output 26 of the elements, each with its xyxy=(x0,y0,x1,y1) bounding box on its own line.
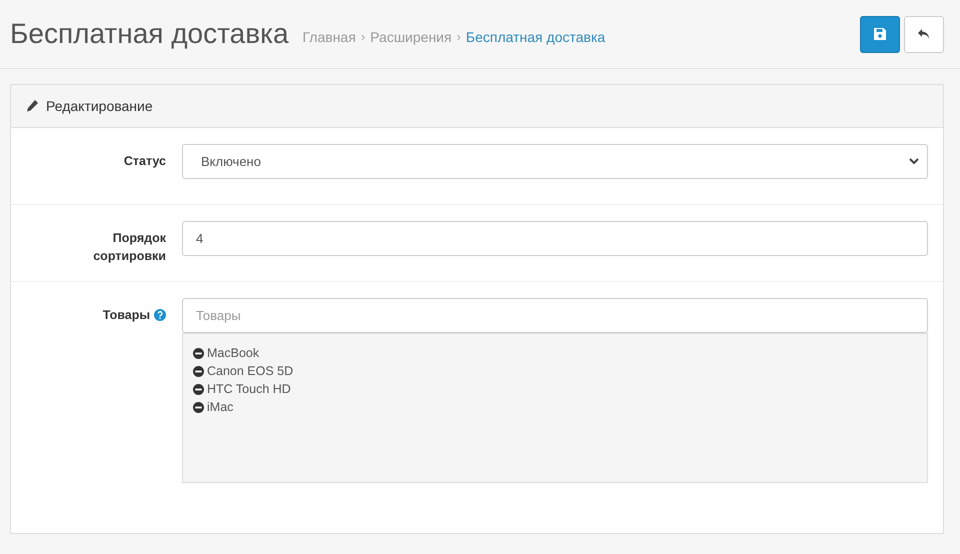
save-icon xyxy=(874,28,886,40)
product-item[interactable]: iMac xyxy=(193,398,234,416)
help-icon[interactable] xyxy=(154,309,166,321)
remove-icon[interactable] xyxy=(193,366,204,376)
panel-heading: Редактирование xyxy=(46,96,153,116)
field-label: Статус xyxy=(122,153,166,170)
save-button[interactable] xyxy=(860,16,900,52)
remove-icon[interactable] xyxy=(193,348,204,358)
input-field[interactable]: 4 xyxy=(182,221,928,256)
field-label: Товары xyxy=(102,307,150,324)
chevron-down-icon xyxy=(909,158,919,165)
field-label: Порядок сортировки xyxy=(92,230,166,265)
remove-icon[interactable] xyxy=(193,402,204,412)
pencil-icon xyxy=(26,100,38,112)
breadcrumb-link[interactable]: Бесплатная доставка xyxy=(466,26,606,48)
product-item[interactable]: MacBook xyxy=(193,344,260,362)
back-button[interactable] xyxy=(904,16,944,52)
input-field[interactable]: Товары xyxy=(182,298,928,333)
breadcrumb-separator: › xyxy=(456,28,461,46)
product-item[interactable]: HTC Touch HD xyxy=(193,380,291,398)
reply-icon xyxy=(917,28,931,40)
page-title: Бесплатная доставка xyxy=(10,17,289,51)
remove-icon[interactable] xyxy=(193,384,204,394)
breadcrumb-separator: › xyxy=(360,28,366,46)
product-item[interactable]: Canon EOS 5D xyxy=(193,362,294,380)
status-select[interactable]: Включено xyxy=(182,144,928,179)
